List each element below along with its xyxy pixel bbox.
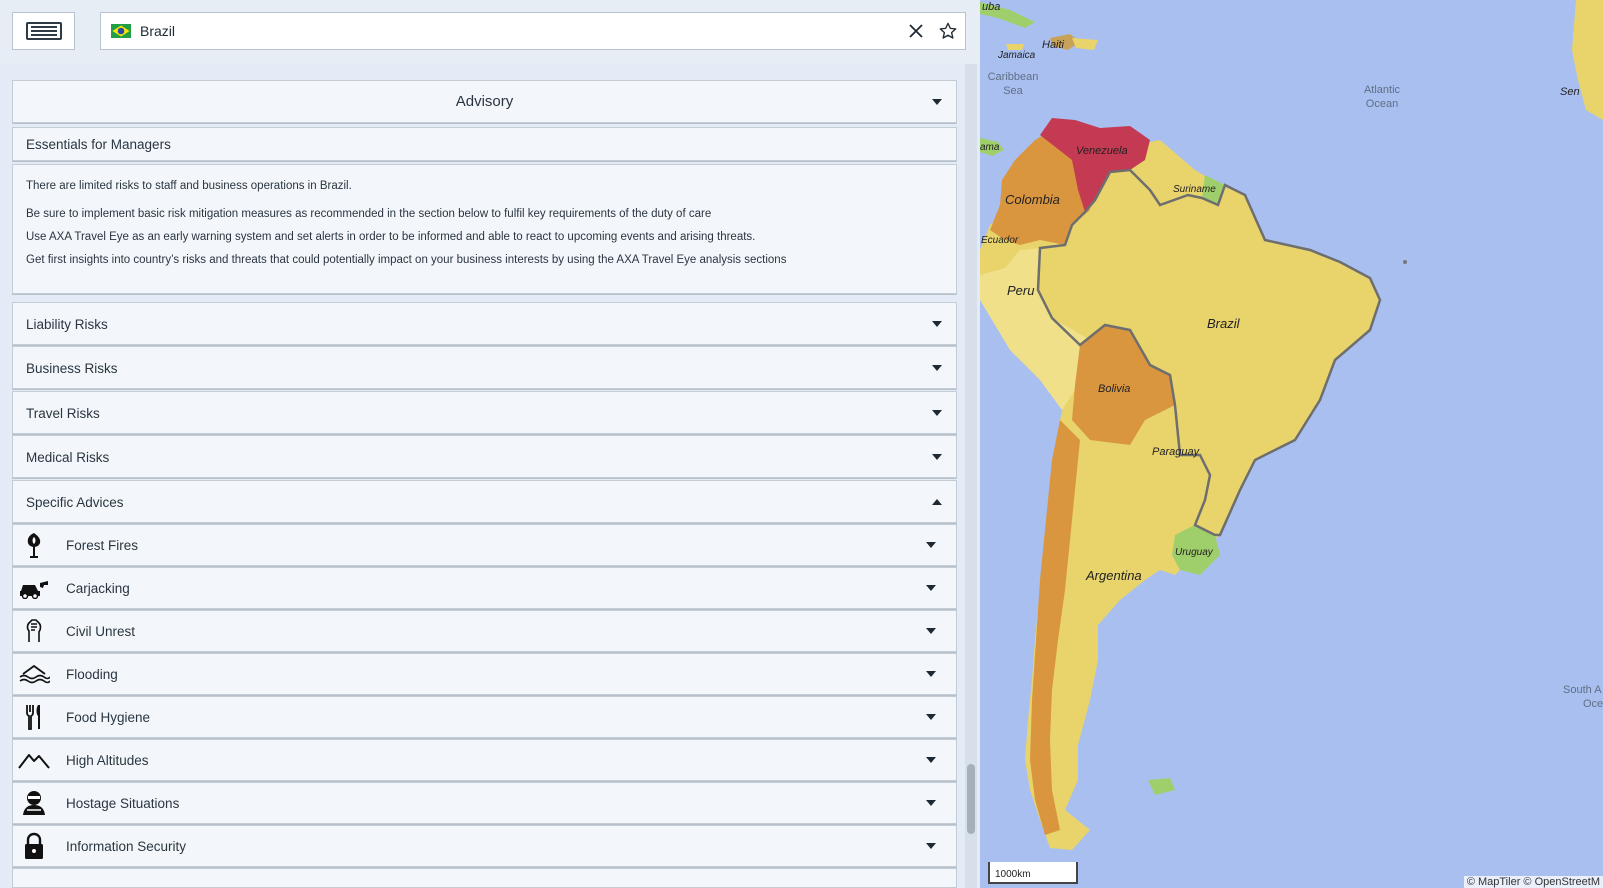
map-label-south-atlantic-2: Oce [1583,698,1603,710]
advice-hostage-situations[interactable]: Hostage Situations [12,782,957,824]
advice-label: Flooding [66,667,118,682]
map-label-ecuador: Ecuador [981,235,1019,246]
map-label-bolivia: Bolivia [1098,383,1130,395]
advice-food-hygiene[interactable]: Food Hygiene [12,696,957,738]
star-icon [939,22,957,39]
advice-label: Carjacking [66,581,130,596]
chevron-down-icon [926,843,936,849]
chevron-down-icon [926,628,936,634]
map-label-suriname: Suriname [1173,184,1216,195]
map-label-uruguay: Uruguay [1175,547,1214,558]
advisory-dropdown[interactable]: Advisory [12,80,957,123]
chevron-down-icon [926,542,936,548]
advice-flooding[interactable]: Flooding [12,653,957,695]
map-label-brazil: Brazil [1207,316,1241,331]
essentials-title: Essentials for Managers [26,137,171,152]
chevron-down-icon [926,671,936,677]
advice-civil-unrest[interactable]: Civil Unrest [12,610,957,652]
chevron-down-icon [932,453,942,460]
essentials-paragraph: Be sure to implement basic risk mitigati… [26,208,712,220]
country-search-field[interactable]: Brazil [100,12,966,50]
high-altitudes-icon [13,740,54,780]
map-label-colombia: Colombia [1005,192,1060,207]
map-label-paraguay: Paraguay [1152,446,1201,458]
hostage-icon [13,783,54,823]
food-hygiene-icon [13,697,54,737]
advisory-label: Advisory [455,93,514,110]
chevron-down-icon [926,585,936,591]
chevron-down-icon [926,800,936,806]
hamburger-icon [25,22,62,40]
chevron-down-icon [932,364,942,371]
section-label: Medical Risks [26,450,110,465]
favorite-button[interactable] [933,16,963,46]
map-label-jamaica: Jamaica [997,50,1036,61]
map-label-caribbean-1: Caribbean [988,71,1039,83]
brazil-flag-icon [111,24,131,38]
essentials-paragraph: There are limited risks to staff and bus… [26,180,352,192]
civil-unrest-icon [13,611,54,651]
forest-fire-icon [13,525,54,565]
section-label: Specific Advices [26,495,124,510]
map-label-south-atlantic-1: South A [1563,684,1602,696]
map-label-argentina: Argentina [1085,568,1142,583]
chevron-up-icon [932,498,942,505]
dominican-shape [1072,38,1098,50]
section-business-risks[interactable]: Business Risks [12,346,957,389]
advice-next-partial[interactable] [12,868,957,888]
advice-label: Forest Fires [66,538,139,553]
chevron-down-icon [926,714,936,720]
map-label-venezuela: Venezuela [1076,145,1128,157]
map-label-caribbean-2: Sea [1003,85,1023,97]
map-label-panama: ama [980,142,1000,153]
section-label: Travel Risks [26,406,100,421]
map-label-senegal: Sen [1560,86,1580,98]
essentials-paragraph: Use AXA Travel Eye as an early warning s… [26,231,756,243]
section-label: Liability Risks [26,317,108,332]
africa-shape [1572,0,1603,120]
close-icon [909,24,923,38]
chevron-down-icon [932,98,942,105]
panel-scrollbar[interactable] [965,64,977,888]
falklands-shape [1148,778,1175,795]
advice-label: Food Hygiene [66,710,151,725]
clear-button[interactable] [901,16,931,46]
map-label-haiti: Haiti [1042,39,1065,51]
essentials-body: There are limited risks to staff and bus… [12,164,957,294]
advisory-panel: Brazil Advisory Essentials for Managers … [0,0,980,888]
section-label: Business Risks [26,361,118,376]
risk-map[interactable]: uba Haiti Jamaica ama Venezuela Colombia… [980,0,1603,888]
map-label-cuba: uba [982,1,1000,13]
menu-button[interactable] [12,12,75,50]
chevron-down-icon [932,320,942,327]
map-attribution[interactable]: © MapTiler © OpenStreetM [1463,876,1603,888]
advice-carjacking[interactable]: Carjacking [12,567,957,609]
section-specific-advices[interactable]: Specific Advices [12,480,957,523]
advice-information-security[interactable]: Information Security [12,825,957,867]
section-travel-risks[interactable]: Travel Risks [12,391,957,434]
advice-forest-fires[interactable]: Forest Fires [12,524,957,566]
chevron-down-icon [926,757,936,763]
map-label-atlantic-2: Ocean [1366,98,1398,110]
section-medical-risks[interactable]: Medical Risks [12,435,957,478]
advice-high-altitudes[interactable]: High Altitudes [12,739,957,781]
carjacking-icon [13,568,54,608]
flooding-icon [13,654,54,694]
top-bar: Brazil [0,0,980,64]
section-liability-risks[interactable]: Liability Risks [12,302,957,345]
advice-label: Information Security [66,839,187,854]
search-value: Brazil [140,23,176,39]
advice-label: High Altitudes [66,753,149,768]
advice-label: Civil Unrest [66,624,136,639]
essentials-paragraph: Get first insights into country’s risks … [26,254,787,266]
chevron-down-icon [932,409,942,416]
map-canvas: uba Haiti Jamaica ama Venezuela Colombia… [980,0,1603,850]
padlock-icon [13,826,54,866]
scrollbar-thumb[interactable] [967,764,975,834]
map-label-atlantic-1: Atlantic [1364,84,1401,96]
map-scale: 1000km [988,862,1078,884]
essentials-header: Essentials for Managers [12,127,957,161]
advice-label: Hostage Situations [66,796,180,811]
map-label-peru: Peru [1007,283,1034,298]
